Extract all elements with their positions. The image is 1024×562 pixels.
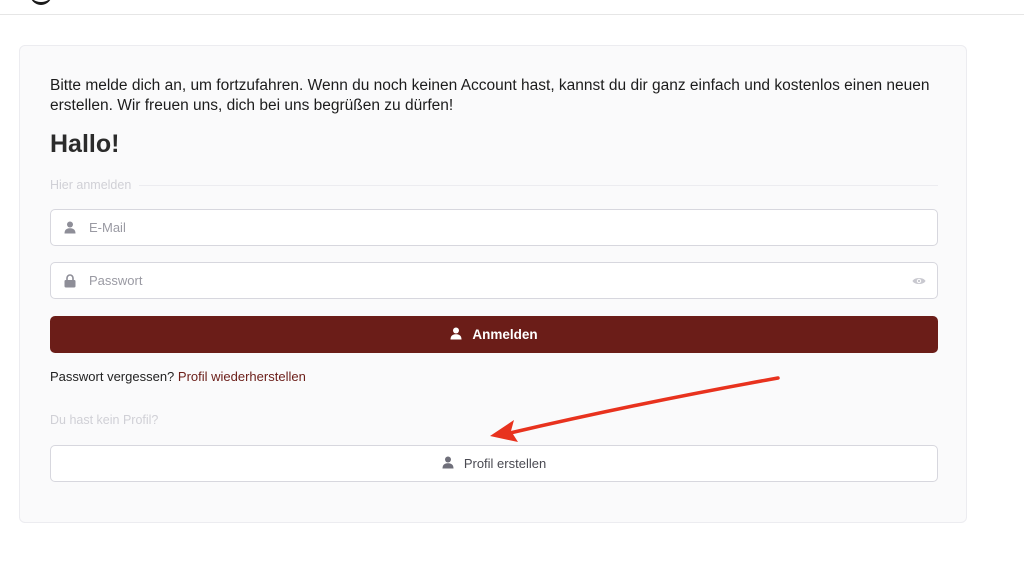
email-input[interactable] [89, 220, 937, 235]
section-divider [139, 184, 938, 186]
password-field[interactable] [50, 262, 938, 299]
create-profile-button[interactable]: Profil erstellen [50, 445, 938, 482]
eye-icon[interactable] [901, 276, 937, 286]
intro-text: Bitte melde dich an, um fortzufahren. We… [50, 77, 930, 114]
email-field[interactable] [50, 209, 938, 246]
register-section-label: Du hast kein Profil? [50, 413, 938, 427]
register-section-label-text: Du hast kein Profil? [50, 413, 159, 427]
forgot-password-text: Passwort vergessen? [50, 369, 175, 384]
login-section-label-text: Hier anmelden [50, 178, 132, 192]
logo-fragment [30, 0, 52, 5]
login-section-label: Hier anmelden [50, 178, 938, 192]
user-icon [442, 456, 454, 472]
forgot-password-row: Passwort vergessen? Profil wiederherstel… [50, 369, 306, 384]
user-icon [450, 327, 462, 343]
lock-icon [51, 273, 89, 288]
top-bar [0, 0, 1024, 15]
user-icon [51, 221, 89, 234]
page-title: Hallo! [50, 130, 120, 158]
password-input[interactable] [89, 273, 901, 288]
login-button[interactable]: Anmelden [50, 316, 938, 353]
create-profile-button-label: Profil erstellen [463, 456, 547, 471]
restore-profile-link[interactable]: Profil wiederherstellen [178, 369, 306, 384]
login-card: Bitte melde dich an, um fortzufahren. We… [19, 45, 967, 523]
login-button-label: Anmelden [472, 327, 538, 342]
